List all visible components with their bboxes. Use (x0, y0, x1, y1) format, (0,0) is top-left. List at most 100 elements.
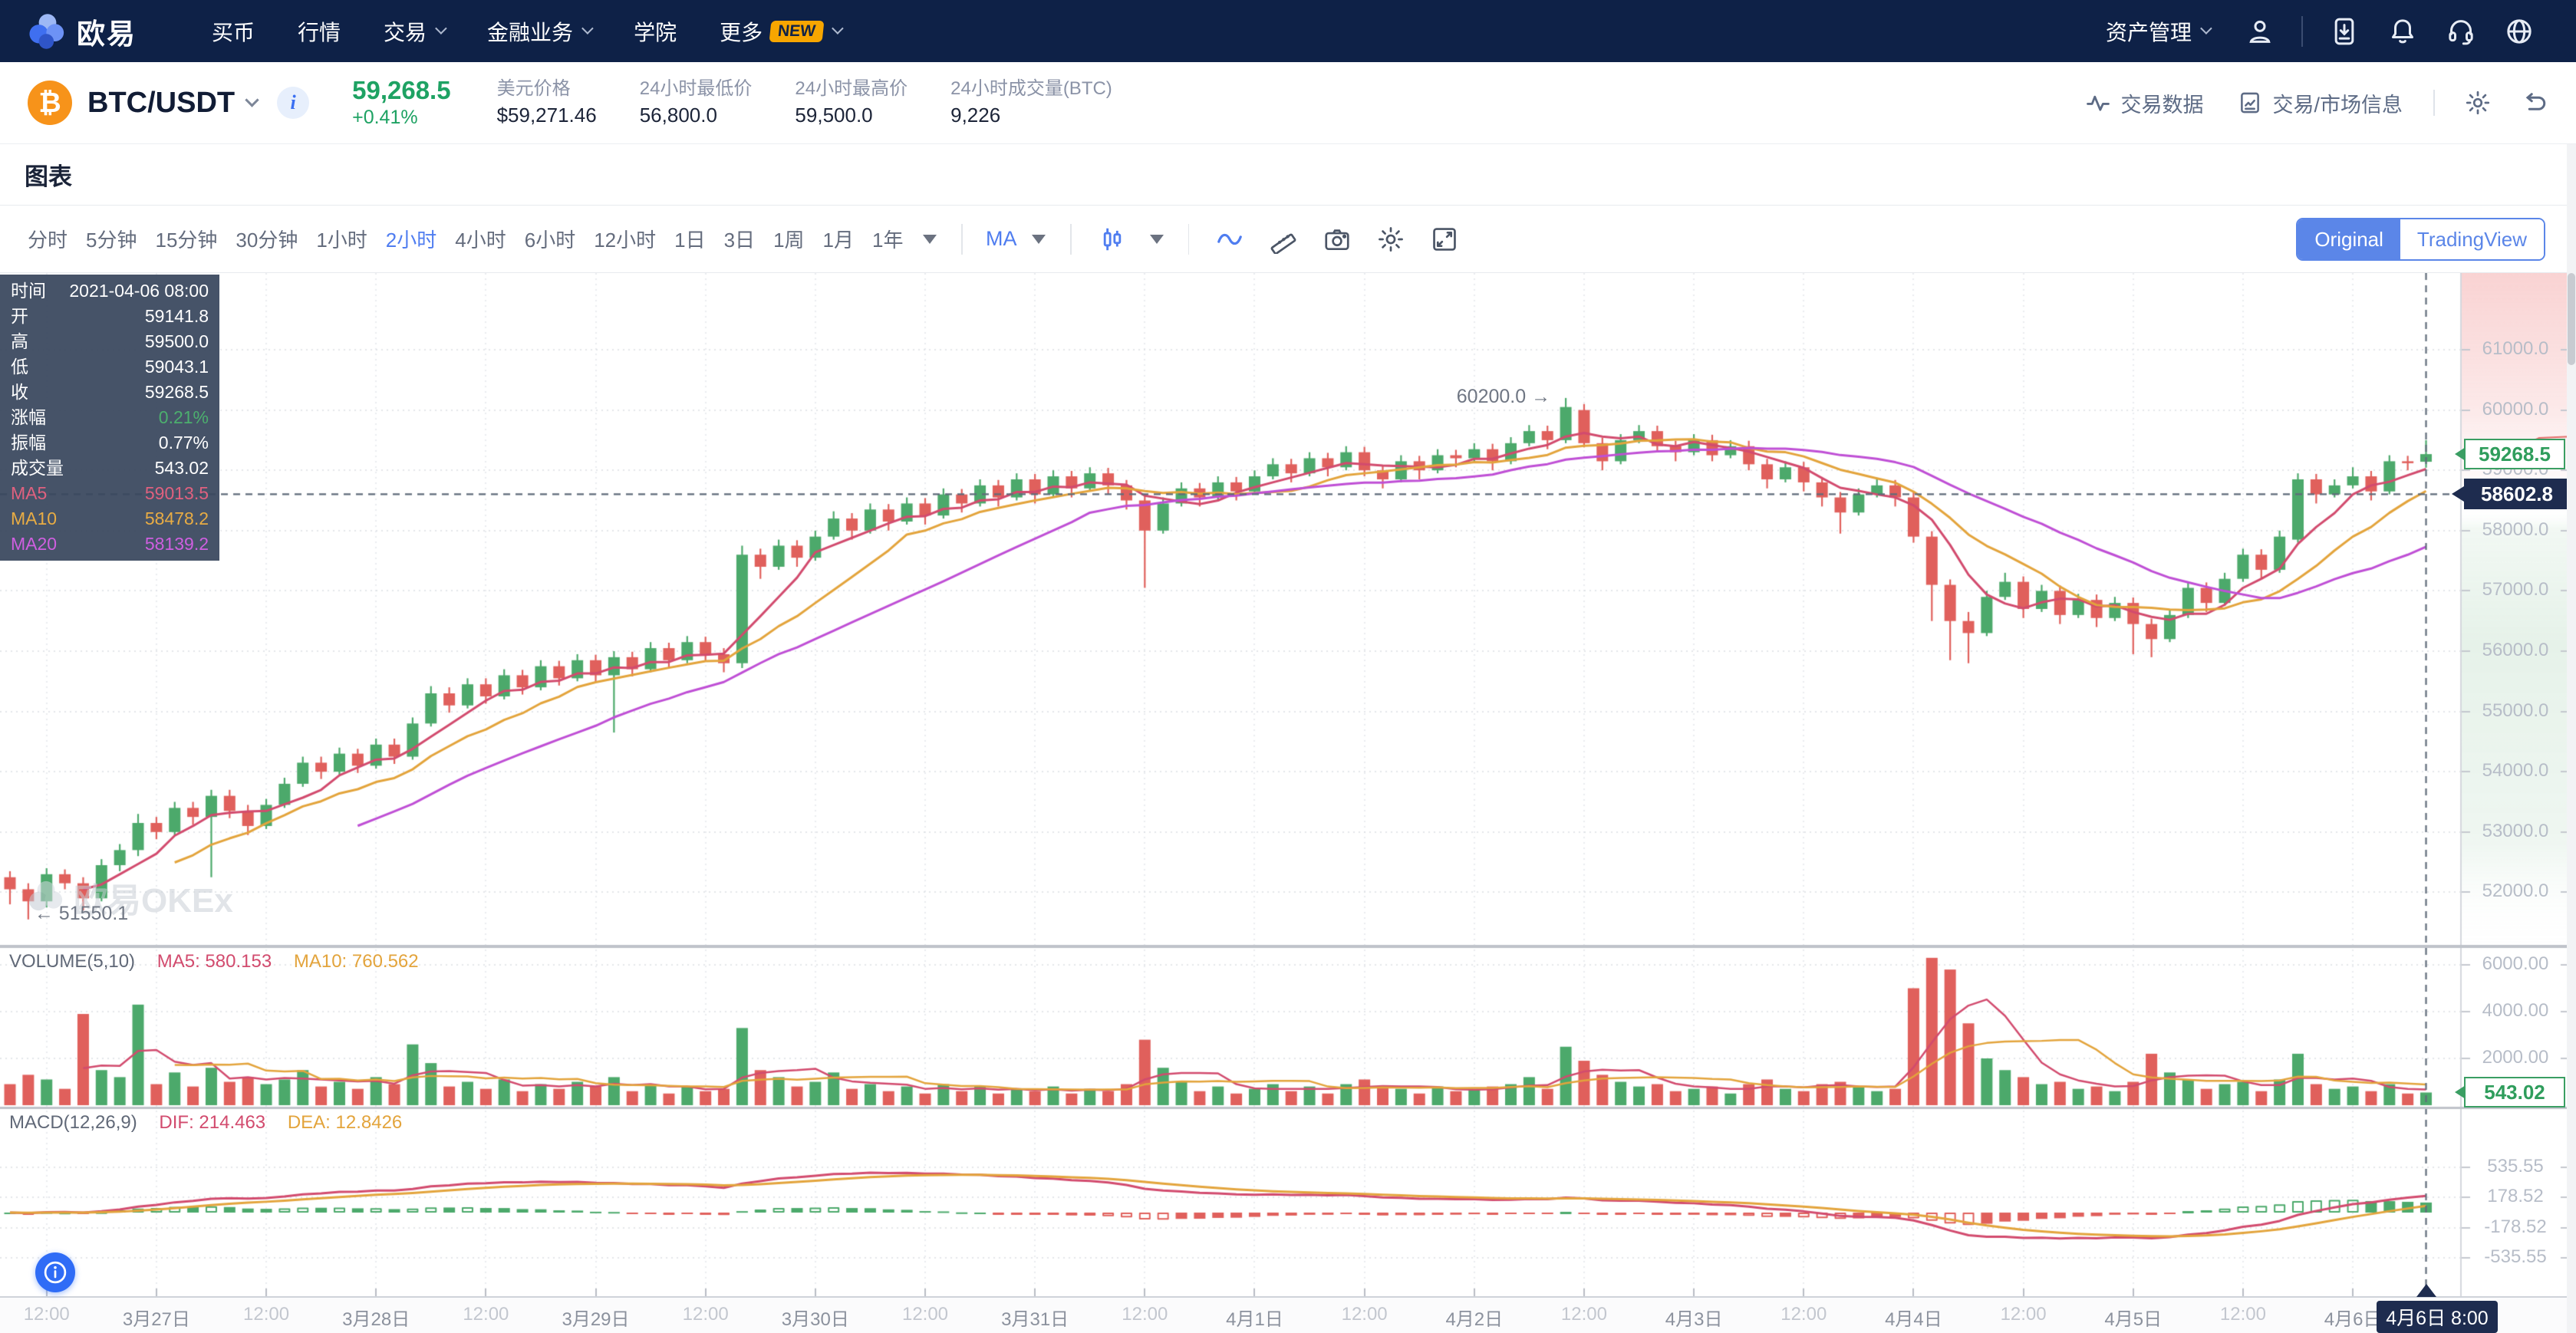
timeframe-5分钟[interactable]: 5分钟 (86, 225, 137, 253)
chevron-down-icon (2200, 22, 2212, 35)
timeframe-4小时[interactable]: 4小时 (455, 225, 506, 253)
chart-settings-gear-icon[interactable] (1376, 225, 1405, 254)
price-axis-label: 61000.0 (2466, 338, 2565, 360)
macd-axis-label: 535.55 (2466, 1156, 2565, 1177)
pair-info-icon[interactable]: i (277, 87, 309, 119)
bell-icon[interactable] (2387, 16, 2418, 47)
macd-axis-label: -535.55 (2466, 1246, 2565, 1268)
market-info-button[interactable]: 交易/市场信息 (2237, 88, 2403, 118)
time-axis-label: 3月31日 (981, 1304, 1089, 1331)
scrollbar-thumb[interactable] (2568, 273, 2575, 365)
last-price: 59,268.5 (352, 76, 450, 105)
pair-chevron-down-icon[interactable] (245, 93, 259, 107)
reset-layout-icon[interactable] (2521, 89, 2548, 117)
timeframe-3日[interactable]: 3日 (724, 225, 755, 253)
macd-dif-value: DIF: 214.463 (159, 1112, 265, 1133)
price-axis-label: 58000.0 (2466, 519, 2565, 541)
nav-item-买币[interactable]: 买币 (212, 16, 255, 47)
ohlc-row-label: 收 (11, 380, 28, 405)
volume-ma10-value: MA10: 760.562 (294, 951, 419, 972)
last-price-tag: 59268.5 (2464, 439, 2565, 469)
timeframe-2小时[interactable]: 2小时 (386, 225, 436, 253)
nav-item-金融业务[interactable]: 金融业务 (487, 16, 591, 47)
ohlc-row-value: 2021-04-06 08:00 (69, 278, 209, 304)
ma-caret-icon[interactable] (1032, 235, 1046, 244)
nav-item-label: 买币 (212, 16, 255, 47)
volume-axis-label: 2000.00 (2466, 1047, 2565, 1068)
download-app-icon[interactable] (2329, 16, 2360, 47)
time-axis-label: 4月1日 (1201, 1304, 1308, 1331)
ticker-stat: 美元价格$59,271.46 (497, 77, 597, 129)
chevron-down-icon (581, 22, 594, 35)
trade-data-button[interactable]: 交易数据 (2085, 88, 2203, 118)
pair-name[interactable]: BTC/USDT (87, 87, 235, 120)
candle-style-caret-icon[interactable] (1150, 235, 1164, 244)
time-axis-label: 12:00 (1970, 1304, 2077, 1325)
candle-style-icon[interactable] (1098, 225, 1127, 254)
nav-item-更多[interactable]: 更多NEW (720, 16, 841, 47)
globe-language-icon[interactable] (2504, 16, 2535, 47)
trade-data-label: 交易数据 (2120, 88, 2203, 118)
btc-icon: ₿ (28, 81, 72, 125)
screenshot-camera-icon[interactable] (1323, 225, 1352, 254)
user-icon[interactable] (2245, 16, 2275, 47)
nav-item-label: 学院 (634, 16, 677, 47)
macd-axis-label: -178.52 (2466, 1216, 2565, 1238)
ohlc-row-value: 59500.0 (145, 329, 209, 354)
ohlc-row-label: MA20 (11, 532, 57, 557)
fullscreen-expand-icon[interactable] (1430, 225, 1459, 254)
ohlc-row-value: 59013.5 (145, 481, 209, 506)
nav-item-行情[interactable]: 行情 (298, 16, 341, 47)
divider (961, 224, 963, 255)
toggle-original[interactable]: Original (2298, 219, 2400, 259)
time-axis-label: 12:00 (1311, 1304, 1418, 1325)
nav-item-assets[interactable]: 资产管理 (2106, 16, 2209, 47)
stat-value: $59,271.46 (497, 101, 597, 129)
time-axis-label: 4月4日 (1860, 1304, 1967, 1331)
timeframe-1月[interactable]: 1月 (823, 225, 854, 253)
page-scrollbar[interactable] (2567, 144, 2576, 1333)
timeframe-1年[interactable]: 1年 (872, 225, 903, 253)
ohlc-row-label: 振幅 (11, 430, 46, 456)
timeframe-30分钟[interactable]: 30分钟 (236, 225, 298, 253)
price-axis-label: 52000.0 (2466, 880, 2565, 902)
ohlc-row-value: 58139.2 (145, 532, 209, 557)
stat-label: 24小时最高价 (795, 77, 908, 101)
time-axis[interactable]: 12:003月27日12:003月28日12:003月29日12:003月30日… (0, 1296, 2576, 1333)
chart-view-toggle: Original TradingView (2296, 218, 2545, 261)
ticker-stat: 24小时成交量(BTC)9,226 (950, 77, 1112, 129)
okex-logo[interactable]: 欧易 (28, 11, 137, 52)
stat-label: 24小时成交量(BTC) (950, 77, 1112, 101)
stat-label: 24小时最低价 (640, 77, 753, 101)
timeframe-6小时[interactable]: 6小时 (525, 225, 575, 253)
timeframe-分时[interactable]: 分时 (28, 225, 68, 253)
toggle-tradingview[interactable]: TradingView (2400, 219, 2544, 259)
timeframe-1小时[interactable]: 1小时 (316, 225, 367, 253)
ohlc-row-收: 收59268.5 (0, 380, 219, 405)
timeframe-15分钟[interactable]: 15分钟 (155, 225, 217, 253)
time-axis-label: 12:00 (432, 1304, 539, 1325)
doc-icon (2237, 90, 2263, 116)
price-change: +0.41% (352, 105, 450, 130)
wave-overlay-icon[interactable] (1215, 225, 1244, 254)
ohlc-row-低: 低59043.1 (0, 354, 219, 380)
more-timeframes-caret-icon[interactable] (923, 235, 937, 244)
ohlc-row-value: 59141.8 (145, 304, 209, 329)
timeframe-1日[interactable]: 1日 (674, 225, 705, 253)
volume-axis-label: 6000.00 (2466, 953, 2565, 975)
candlestick-chart-canvas[interactable] (0, 273, 2576, 1296)
timeframe-12小时[interactable]: 12小时 (594, 225, 656, 253)
time-axis-label: 4月3日 (1640, 1304, 1748, 1331)
ma-indicator-button[interactable]: MA (986, 227, 1017, 251)
nav-item-交易[interactable]: 交易 (384, 16, 444, 47)
info-icon (41, 1259, 69, 1286)
settings-gear-icon[interactable] (2464, 89, 2492, 117)
price-axis-label: 54000.0 (2466, 760, 2565, 782)
help-button[interactable] (35, 1252, 75, 1292)
support-headset-icon[interactable] (2446, 16, 2476, 47)
ruler-measure-icon[interactable] (1269, 225, 1298, 254)
time-axis-label: 3月27日 (103, 1304, 210, 1331)
divider (1070, 224, 1072, 255)
timeframe-1周[interactable]: 1周 (773, 225, 804, 253)
nav-item-学院[interactable]: 学院 (634, 16, 677, 47)
